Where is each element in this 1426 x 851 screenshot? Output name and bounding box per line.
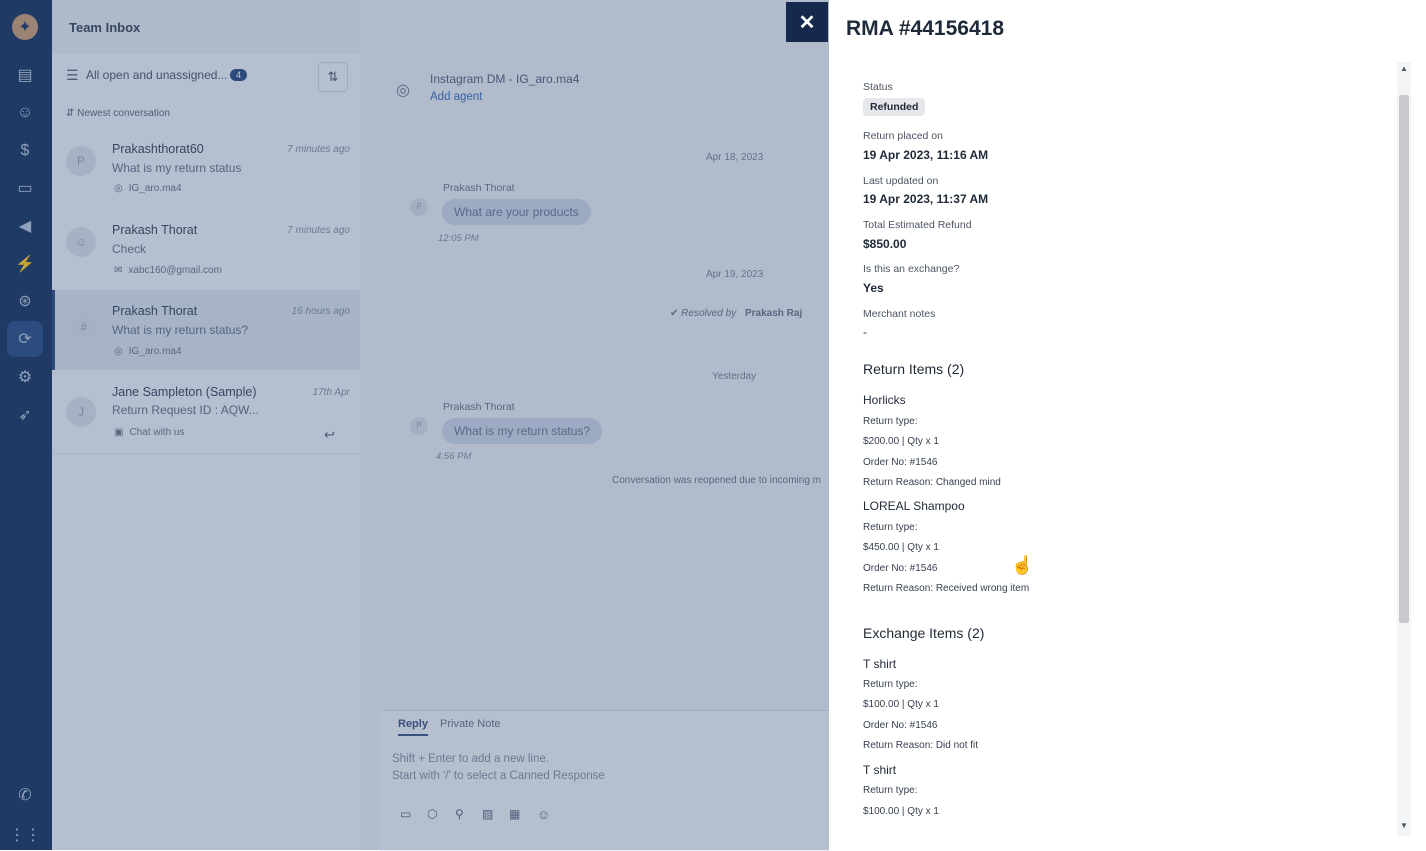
- modal-overlay[interactable]: [0, 0, 829, 850]
- exchange-item-name: T shirt: [863, 763, 897, 777]
- return-item-name: LOREAL Shampoo: [863, 499, 965, 513]
- return-item-price: $200.00 | Qty x 1: [863, 436, 939, 447]
- exchange-item-reason: Return Reason: Did not fit: [863, 740, 979, 751]
- updated-on-label: Last updated on: [863, 175, 939, 187]
- hand-cursor-icon: ☝: [1011, 555, 1034, 575]
- scroll-up-arrow-icon[interactable]: ▲: [1400, 64, 1408, 73]
- updated-on-value: 19 Apr 2023, 11:37 AM: [863, 192, 989, 206]
- close-button[interactable]: ✕: [786, 2, 828, 42]
- return-item-order: Order No: #1546: [863, 563, 938, 574]
- refund-value: $850.00: [863, 237, 907, 251]
- exchange-item-name: T shirt: [863, 657, 897, 671]
- placed-on-value: 19 Apr 2023, 11:16 AM: [863, 148, 989, 162]
- merchant-notes-value: -: [863, 325, 867, 339]
- exchange-items-heading: Exchange Items (2): [863, 625, 985, 641]
- return-item-reason: Return Reason: Changed mind: [863, 477, 1001, 488]
- return-item-reason: Return Reason: Received wrong item: [863, 583, 1030, 594]
- exchange-item-price: $100.00 | Qty x 1: [863, 699, 939, 710]
- return-item-type: Return type:: [863, 522, 918, 533]
- exchange-item-order: Order No: #1546: [863, 720, 938, 731]
- exchange-label: Is this an exchange?: [863, 263, 960, 275]
- scrollbar-thumb[interactable]: [1399, 95, 1409, 623]
- return-items-heading: Return Items (2): [863, 361, 965, 377]
- drawer-title: RMA #44156418: [846, 17, 1004, 40]
- status-label: Status: [863, 81, 893, 93]
- exchange-item-type: Return type:: [863, 679, 918, 690]
- return-item-type: Return type:: [863, 416, 918, 427]
- return-item-order: Order No: #1546: [863, 457, 938, 468]
- return-item-name: Horlicks: [863, 393, 906, 407]
- return-item-price: $450.00 | Qty x 1: [863, 542, 939, 553]
- scroll-down-arrow-icon[interactable]: ▼: [1400, 821, 1408, 830]
- merchant-notes-label: Merchant notes: [863, 308, 936, 320]
- exchange-value: Yes: [863, 281, 884, 295]
- placed-on-label: Return placed on: [863, 130, 943, 142]
- status-badge: Refunded: [863, 98, 926, 116]
- close-icon: ✕: [798, 11, 816, 34]
- rma-details-drawer: RMA #44156418 Status Refunded Return pla…: [829, 0, 1426, 850]
- exchange-item-price: $100.00 | Qty x 1: [863, 806, 939, 817]
- refund-label: Total Estimated Refund: [863, 219, 972, 231]
- exchange-item-type: Return type:: [863, 785, 918, 796]
